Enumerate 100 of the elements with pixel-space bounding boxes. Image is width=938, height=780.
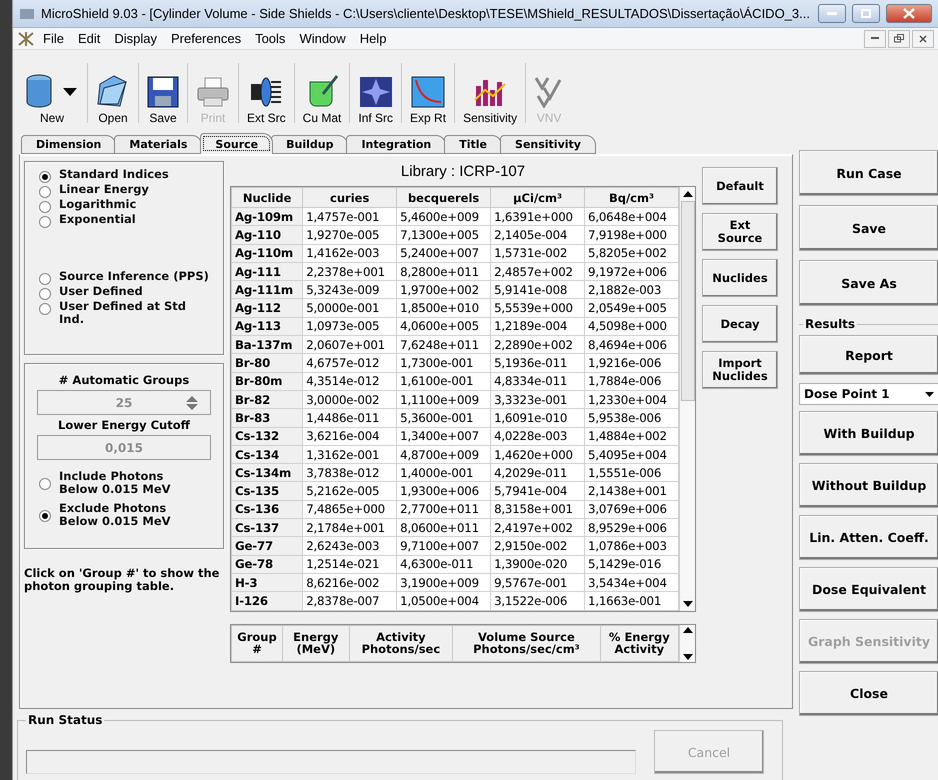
toolbar-button[interactable]: Open	[90, 57, 136, 129]
tab[interactable]: Buildup	[271, 135, 348, 154]
radio-button[interactable]	[39, 303, 51, 315]
table-cell: 2,0549e+005	[584, 298, 678, 318]
column-header[interactable]: % Energy Activity	[600, 625, 678, 662]
column-header[interactable]: Group #	[232, 625, 283, 662]
row-header: H-3	[232, 573, 303, 592]
radio-button[interactable]	[39, 171, 51, 183]
radio-button[interactable]	[39, 216, 51, 228]
radio-button[interactable]	[39, 186, 51, 198]
row-header: Cs-136	[232, 500, 303, 519]
row-header: Ag-111m	[232, 280, 303, 299]
radio-button[interactable]	[39, 201, 51, 213]
tab[interactable]: Sensitivity	[500, 135, 596, 154]
table-cell: 5,5539e+000	[490, 298, 585, 318]
table-cell: 5,4600e+009	[396, 208, 491, 226]
panel-button[interactable]: Import Nuclides	[702, 351, 778, 389]
column-header: µCi/cm³	[490, 188, 585, 208]
tab[interactable]: Title	[444, 135, 502, 154]
cylinder-icon	[25, 74, 79, 108]
check-marks-icon	[534, 76, 564, 108]
toolbar-button[interactable]: Cu Mat	[296, 57, 348, 129]
table-cell: 2,0607e+001	[302, 336, 397, 354]
result-button[interactable]: With Buildup	[799, 411, 938, 456]
menu-item[interactable]: Edit	[72, 29, 106, 48]
column-header[interactable]: Activity Photons/sec	[349, 625, 453, 662]
scroll-up-icon[interactable]	[682, 626, 692, 633]
scroll-up-icon[interactable]	[682, 191, 692, 197]
panel-button[interactable]: Default	[702, 167, 778, 205]
menu-item[interactable]: Tools	[249, 29, 292, 48]
menu-item[interactable]: Preferences	[164, 29, 248, 48]
toolbar-button[interactable]: Ext Src	[241, 57, 292, 129]
table-cell: 1,7884e-006	[584, 372, 678, 390]
menu-item[interactable]: Window	[293, 29, 352, 48]
table-cell: 5,2162e-005	[302, 482, 397, 500]
table-cell: 3,0000e-002	[302, 390, 397, 409]
menu-item[interactable]: File	[37, 29, 70, 48]
row-header: Ba-137m	[232, 336, 303, 354]
result-button[interactable]: Lin. Atten. Coeff.	[799, 515, 938, 560]
close-button[interactable]	[912, 30, 934, 48]
radio-button[interactable]	[39, 288, 51, 300]
table-cell: 2,8378e-007	[302, 592, 397, 610]
tab[interactable]: Source	[200, 133, 274, 154]
maximize-button[interactable]	[852, 4, 880, 23]
toolbar-button[interactable]: Exp Rt	[404, 57, 452, 129]
minimize-button[interactable]	[864, 30, 886, 48]
toolbar-button[interactable]: Inf Src	[352, 57, 400, 129]
panel-button[interactable]: Nuclides	[702, 259, 778, 297]
scrollbar[interactable]	[679, 624, 695, 662]
column-header: Bq/cm³	[584, 188, 678, 208]
app-logo-icon	[19, 6, 35, 20]
group-label: Run Status	[27, 713, 104, 727]
column-header: curies	[302, 188, 397, 208]
scrollbar[interactable]	[679, 187, 695, 611]
close-button[interactable]	[886, 4, 932, 23]
radio-button[interactable]	[39, 273, 51, 285]
tab[interactable]: Integration	[346, 135, 446, 154]
dose-point-dropdown[interactable]: Dose Point 1	[799, 383, 938, 405]
table-cell: 1,3900e-020	[490, 555, 585, 574]
tab[interactable]: Materials	[114, 135, 202, 154]
menu-item[interactable]: Display	[108, 29, 163, 48]
column-header[interactable]: Energy (MeV)	[282, 625, 350, 662]
table-cell: 1,6091e-010	[490, 408, 585, 428]
scroll-down-icon[interactable]	[682, 600, 692, 607]
column-header[interactable]: Volume Source Photons/sec/cm³	[452, 625, 600, 662]
action-button[interactable]: Run Case	[799, 150, 938, 196]
table-cell: 5,9538e-006	[584, 408, 678, 428]
restore-button[interactable]	[888, 30, 910, 48]
toolbar-button[interactable]: Save	[141, 57, 185, 129]
tab[interactable]: Dimension	[21, 135, 116, 154]
result-button[interactable]: Dose Equivalent	[799, 567, 938, 612]
menu-item[interactable]: Help	[354, 29, 392, 48]
scroll-down-icon[interactable]	[682, 654, 692, 660]
result-button[interactable]: Without Buildup	[799, 463, 938, 508]
table-cell: 2,4857e+002	[490, 262, 585, 281]
report-button[interactable]: Report	[799, 335, 938, 375]
radio-button[interactable]	[39, 510, 51, 522]
table-cell: 2,1882e-003	[584, 280, 678, 299]
row-header: Ge-78	[232, 555, 303, 574]
panel-button[interactable]: Ext Source	[702, 213, 778, 251]
action-button[interactable]: Save	[799, 205, 938, 251]
table-cell: 1,9700e+002	[396, 280, 491, 299]
table-cell: 3,1900e+009	[396, 573, 491, 592]
table-cell: 1,5731e-002	[490, 244, 585, 262]
table-cell: 1,4486e-011	[302, 408, 397, 428]
result-button[interactable]: Close	[799, 671, 938, 716]
row-header: Br-83	[232, 408, 303, 428]
toolbar-button[interactable]: Sensitivity	[457, 57, 524, 129]
toolbar-button[interactable]: New	[19, 57, 85, 129]
table-cell: 1,9216e-006	[584, 354, 678, 372]
table-cell: 1,1100e+009	[396, 390, 491, 409]
action-button[interactable]: Save As	[799, 260, 938, 306]
minimize-button[interactable]	[818, 4, 846, 23]
radio-button[interactable]	[39, 478, 51, 490]
dropdown-arrow-icon	[925, 392, 934, 396]
row-header: Ag-113	[232, 317, 303, 336]
table-cell: 1,0500e+004	[396, 592, 491, 610]
decay-curve-icon	[411, 76, 446, 108]
table-cell: 1,2189e-004	[490, 317, 585, 336]
panel-button[interactable]: Decay	[702, 305, 778, 343]
